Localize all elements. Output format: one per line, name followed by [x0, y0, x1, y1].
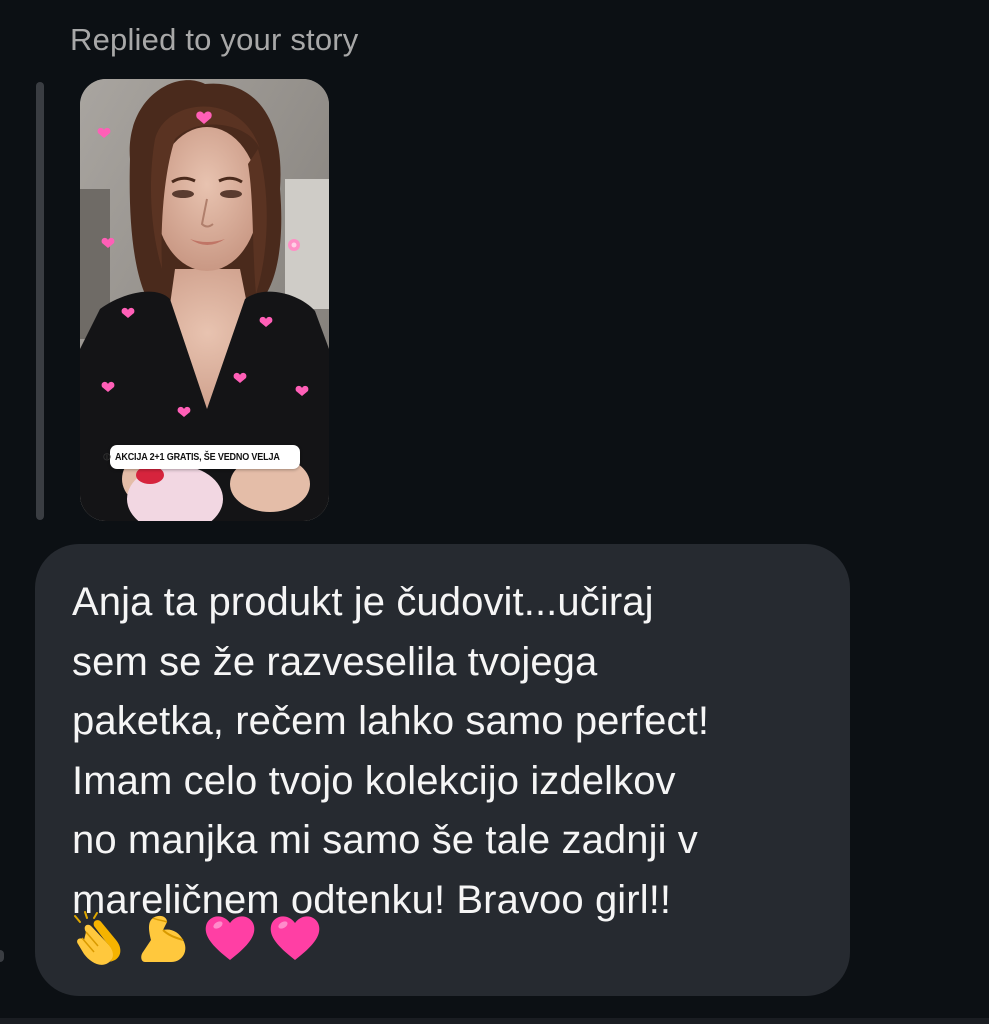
- flexed-biceps-emoji: [141, 915, 186, 962]
- message-text: Anja ta produkt je čudovit...učiraj sem …: [72, 580, 710, 922]
- next-message-edge: [0, 1018, 989, 1024]
- dm-thread-screen: Replied to your story ⊘ AKCIJA 2+1 GRATI…: [0, 0, 989, 1024]
- message-bubble[interactable]: Anja ta produkt je čudovit...učiraj sem …: [35, 544, 850, 996]
- pink-heart-emoji: [270, 916, 320, 960]
- replied-to-story-caption: Replied to your story: [70, 22, 359, 57]
- emoji-row: [72, 910, 323, 966]
- story-link-sticker[interactable]: ⊘ AKCIJA 2+1 GRATIS, ŠE VEDNO VELJA: [100, 445, 300, 469]
- pink-heart-emoji: [205, 916, 255, 960]
- story-thumbnail[interactable]: ⊘ AKCIJA 2+1 GRATIS, ŠE VEDNO VELJA: [80, 79, 329, 521]
- reply-indicator-bar: [36, 82, 44, 520]
- sticker-label: AKCIJA 2+1 GRATIS, ŠE VEDNO VELJA: [115, 451, 281, 463]
- avatar-edge: [0, 950, 4, 962]
- clapping-hands-emoji: [74, 911, 121, 965]
